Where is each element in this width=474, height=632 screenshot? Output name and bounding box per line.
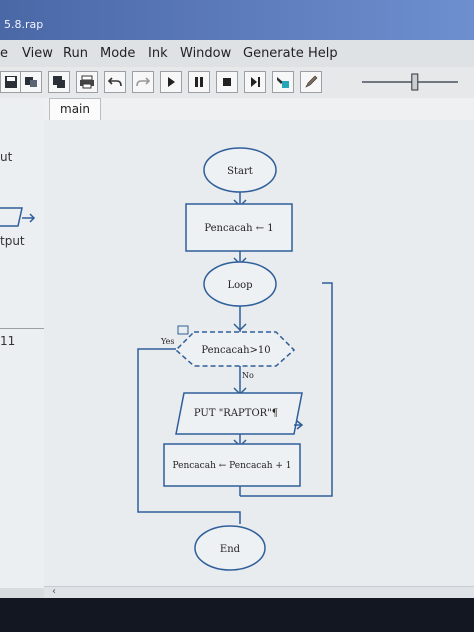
start-node-label: Start — [227, 166, 253, 177]
condition-node[interactable]: Pencacah>10 — [174, 331, 296, 367]
undo-button[interactable] — [104, 71, 126, 93]
pen-icon — [305, 75, 318, 88]
title-bar: 5.8.rap — [0, 0, 474, 40]
loop-node-label: Loop — [227, 280, 252, 291]
pause-icon — [195, 77, 203, 87]
scroll-left-icon[interactable]: ‹ — [52, 586, 56, 597]
redo-icon — [136, 77, 151, 87]
menu-generate[interactable]: Generate — [243, 46, 304, 61]
panel-label-output: tput — [0, 234, 25, 248]
collapse-icon[interactable] — [177, 325, 189, 335]
end-node-label: End — [220, 544, 241, 555]
print-button[interactable] — [76, 71, 98, 93]
no-label: No — [242, 371, 254, 380]
cut-button[interactable] — [20, 71, 42, 93]
menu-bar: e View Run Mode Ink Window Generate Help — [0, 40, 474, 68]
pen-button[interactable] — [300, 71, 322, 93]
toolbar — [0, 67, 474, 99]
assign-node-1-label: Pencacah ← 1 — [204, 223, 273, 234]
flowchart: Start Pencacah ← 1 Loop Pencacah>10 Yes … — [137, 147, 333, 571]
loop-node[interactable]: Loop — [203, 261, 277, 307]
pause-button[interactable] — [188, 71, 210, 93]
panel-label-ut: ut — [0, 150, 13, 164]
tab-main[interactable]: main — [49, 98, 101, 120]
window-title: 5.8.rap — [4, 18, 44, 31]
step-button[interactable] — [244, 71, 266, 93]
raptor-window: 5.8.rap e View Run Mode Ink Window Gener… — [0, 0, 474, 632]
end-node[interactable]: End — [194, 525, 266, 571]
play-button[interactable] — [160, 71, 182, 93]
menu-edit[interactable]: e — [0, 46, 8, 61]
menu-view[interactable]: View — [22, 46, 53, 61]
start-node[interactable]: Start — [203, 147, 277, 193]
step-icon — [251, 77, 260, 87]
menu-mode[interactable]: Mode — [100, 46, 135, 61]
assign-node-2-label: Pencacah ← Pencacah + 1 — [172, 461, 291, 471]
stop-icon — [223, 78, 231, 86]
menu-run[interactable]: Run — [63, 46, 88, 61]
tool-icon — [277, 77, 289, 88]
play-icon — [168, 77, 175, 87]
stop-button[interactable] — [216, 71, 238, 93]
output-node-label: PUT "RAPTOR"¶ — [194, 408, 278, 419]
slider-thumb[interactable] — [411, 73, 419, 91]
menu-window[interactable]: Window — [180, 46, 231, 61]
output-node[interactable]: PUT "RAPTOR"¶ — [175, 392, 304, 435]
yes-label: Yes — [160, 337, 174, 346]
speed-slider[interactable] — [356, 70, 464, 94]
copy-button[interactable] — [48, 71, 70, 93]
panel-divider — [0, 328, 44, 329]
save-icon — [5, 76, 17, 88]
save-button[interactable] — [0, 71, 22, 93]
flowchart-canvas[interactable]: Start Pencacah ← 1 Loop Pencacah>10 Yes … — [44, 120, 474, 586]
undo-icon — [107, 77, 122, 87]
tab-strip: main — [44, 98, 474, 121]
menu-help[interactable]: Help — [308, 46, 338, 61]
panel-label-number: 11 — [0, 334, 16, 348]
assign-node-2[interactable]: Pencacah ← Pencacah + 1 — [163, 443, 301, 487]
menu-ink[interactable]: Ink — [148, 46, 168, 61]
symbols-panel: ut tput 11 — [0, 98, 45, 588]
condition-node-label: Pencacah>10 — [201, 345, 270, 356]
tool-button[interactable] — [272, 71, 294, 93]
panel-output-shape[interactable] — [0, 204, 44, 230]
redo-button[interactable] — [132, 71, 154, 93]
assign-node-1[interactable]: Pencacah ← 1 — [185, 203, 293, 252]
screen-bezel — [0, 598, 474, 632]
print-icon — [80, 75, 94, 89]
copy-icon — [53, 76, 65, 88]
cut-icon — [25, 77, 37, 87]
